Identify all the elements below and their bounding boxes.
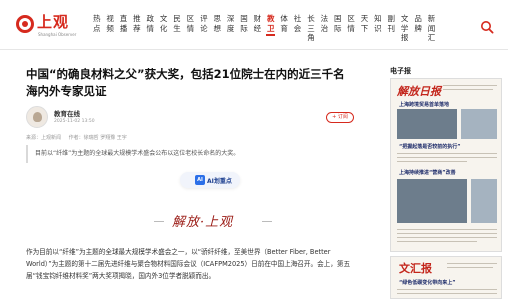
divider [154,221,164,222]
main-nav: 热点 视频 直播 推荐 政情 文化 民生 区情 评论 思想 深度 国际 财经 教卫 体育 社会 长三角 法治 国际区… [90,14,438,42]
nav-item[interactable]: 政情 [144,14,157,42]
text-line [397,161,467,162]
brand-signature: 解放·上观 [154,210,274,232]
nav-item[interactable]: 教卫 [264,14,277,42]
nav-item[interactable]: 思想 [211,14,224,42]
nav-item[interactable]: 区情 [344,14,357,42]
ai-icon: AI [195,175,205,185]
logo-subtitle: Shanghai Observer [38,32,77,37]
nav-item[interactable]: 推荐 [130,14,143,42]
nav-item[interactable]: 体育 [277,14,290,42]
paper-headline: 上海跨境贸易首单落地 [399,102,450,108]
text-line [397,233,497,234]
ai-highlights-label: AI划重点 [207,178,232,185]
source-text: 来源：上观新闻 [26,135,62,141]
nav-item[interactable]: 社会 [291,14,304,42]
nav-item[interactable]: 国际 [237,14,250,42]
text-line [397,153,497,154]
paper-photo [461,109,497,139]
text-line [447,263,497,264]
text-line [397,241,477,242]
text-line [397,293,497,294]
nav-item[interactable]: 文化 [157,14,170,42]
text-line [397,289,497,290]
paper-headline: “绿色低碳变化带向来上” [399,280,456,286]
brand-signature-text: 解放·上观 [172,215,234,230]
sidebar-title: 电子报 [390,67,411,75]
nav-item[interactable]: 品牌 [411,14,424,42]
epaper-jiefang[interactable]: 解放日报 上海跨境贸易首单落地 “把握起落是否较前的执行” 上海持续推进“营商”… [390,78,502,252]
divider [262,221,272,222]
nav-item[interactable]: 直播 [117,14,130,42]
epaper-wenhui[interactable]: 文汇报 “绿色低碳变化带向来上” [390,256,502,299]
follow-button[interactable]: + 订阅 [326,112,354,123]
nav-item[interactable]: 副刊 [385,14,398,42]
ai-highlights-button[interactable]: AI AI划重点 [180,172,240,188]
paper-headline: 上海持续推进“营商”改善 [399,170,456,176]
paper-photo [397,109,457,139]
nav-item[interactable]: 长三角 [304,14,317,42]
source-line: 来源：上观新闻 作者：徐瑞哲 罗翔豫 王宇 [26,134,133,141]
paper-photo [471,179,497,223]
nav-item[interactable]: 天下 [358,14,371,42]
paper-headline: “把握起落是否较前的执行” [399,144,461,150]
text-line [397,229,497,230]
article: 中国“的确良材料之父”获大奖，包括21位院士在内的近三千名海内外专家见证 教育在… [26,50,358,299]
nav-item[interactable]: 法治 [318,14,331,42]
nav-item[interactable]: 财经 [251,14,264,42]
nav-item[interactable]: 热点 [90,14,103,42]
nav-item[interactable]: 知识 [371,14,384,42]
text-line [443,89,493,90]
nav-item[interactable]: 新闻汇 [425,14,438,42]
nav-item[interactable]: 区情 [184,14,197,42]
paper-photo [397,179,467,223]
text-line [447,267,493,268]
logo-mark-icon [16,15,34,33]
article-body: 作为目前以“纤维”为主题的全球最大规模学术盛会之一，以“骄纤纤维，至美世界（Be… [26,248,351,280]
nav-item[interactable]: 文学报 [398,14,411,42]
text-line [397,237,497,238]
writers-text: 作者：徐瑞哲 罗翔豫 王宇 [68,135,127,141]
search-icon[interactable] [480,19,494,34]
text-line [443,85,497,86]
author-avatar[interactable] [26,106,48,128]
site-logo[interactable]: 上观 Shanghai Observer [16,13,78,39]
site-header: 上观 Shanghai Observer 热点 视频 直播 推荐 政情 文化 民生 区情 评论思… [0,0,508,50]
paper-masthead: 文汇报 [399,262,432,275]
nav-item[interactable]: 评论 [197,14,210,42]
nav-item[interactable]: 深度 [224,14,237,42]
nav-item[interactable]: 国际 [331,14,344,42]
paper-masthead: 解放日报 [397,85,441,98]
nav-item[interactable]: 视频 [103,14,116,42]
logo-text: 上观 [37,13,70,31]
publish-date: 2025-11-02 13:50 [54,119,95,124]
text-line [397,157,497,158]
author-name[interactable]: 教育在线 [54,108,80,118]
epaper-sidebar: 电子报 解放日报 上海跨境贸易首单落地 “把握起落是否较前的执行” 上海持续推进… [384,50,508,299]
article-title: 中国“的确良材料之父”获大奖，包括21位院士在内的近三千名海内外专家见证 [26,67,345,98]
article-summary: 目前以“纤维”为主题的全球最大规模学术盛会公布以这位老校长命名的大奖。 [26,145,358,163]
nav-item[interactable]: 民生 [170,14,183,42]
